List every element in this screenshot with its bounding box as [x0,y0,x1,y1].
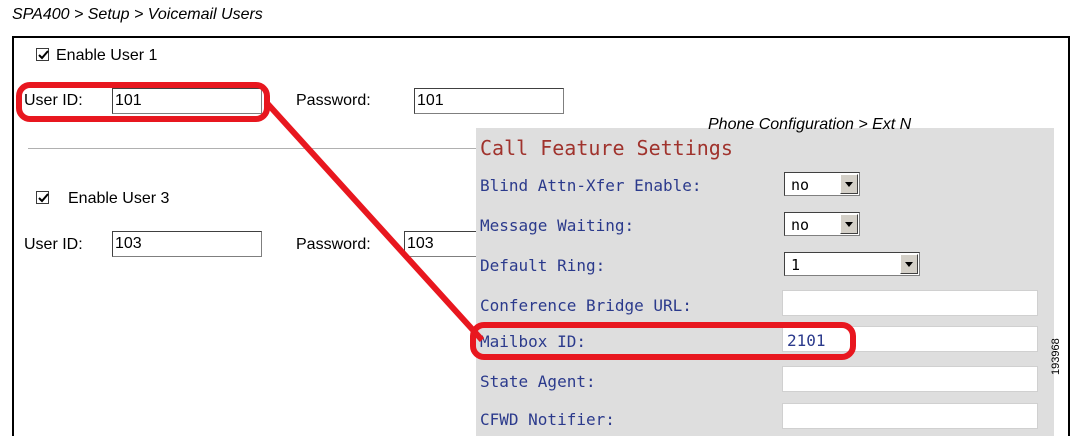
user-3-password-input[interactable]: 103 [404,231,484,257]
breadcrumb-caption: SPA400 > Setup > Voicemail Users [12,6,263,23]
message-waiting-label: Message Waiting: [480,216,635,235]
message-waiting-select[interactable]: no [784,212,860,236]
conference-bridge-url-input[interactable] [782,290,1038,316]
mailbox-id-highlight [470,322,856,360]
enable-user-1-checkbox[interactable] [36,48,49,61]
blind-attn-xfer-select[interactable]: no [784,172,860,196]
default-ring-label: Default Ring: [480,256,606,275]
chevron-down-icon[interactable] [900,254,918,274]
blind-attn-xfer-label: Blind Attn-Xfer Enable: [480,176,702,195]
chevron-down-icon[interactable] [840,214,858,234]
user-3-id-label: User ID: [24,236,83,253]
checkmark-icon [38,193,49,203]
cfwd-notifier-input[interactable] [782,403,1038,429]
blind-attn-xfer-value: no [791,176,810,194]
phone-config-caption: Phone Configuration > Ext N [708,116,912,133]
user-1-password-label: Password: [296,92,371,109]
call-feature-title: Call Feature Settings [480,136,733,160]
enable-user-3-label: Enable User 3 [68,190,170,207]
checkmark-icon [38,50,49,60]
message-waiting-value: no [791,216,810,234]
user-3-id-input[interactable]: 103 [112,231,262,257]
figure-number: 193968 [1050,338,1062,375]
enable-user-3-checkbox[interactable] [36,191,49,204]
user-separator [28,148,488,149]
user-id-highlight [16,82,270,122]
enable-user-1-label: Enable User 1 [56,47,158,64]
user-3-password-label: Password: [296,236,371,253]
state-agent-label: State Agent: [480,372,596,391]
cfwd-notifier-label: CFWD Notifier: [480,410,615,429]
default-ring-select[interactable]: 1 [784,252,920,276]
chevron-down-icon[interactable] [840,174,858,194]
conference-bridge-url-label: Conference Bridge URL: [480,296,692,315]
state-agent-input[interactable] [782,366,1038,392]
default-ring-value: 1 [791,256,801,274]
user-1-password-input[interactable]: 101 [414,88,564,114]
